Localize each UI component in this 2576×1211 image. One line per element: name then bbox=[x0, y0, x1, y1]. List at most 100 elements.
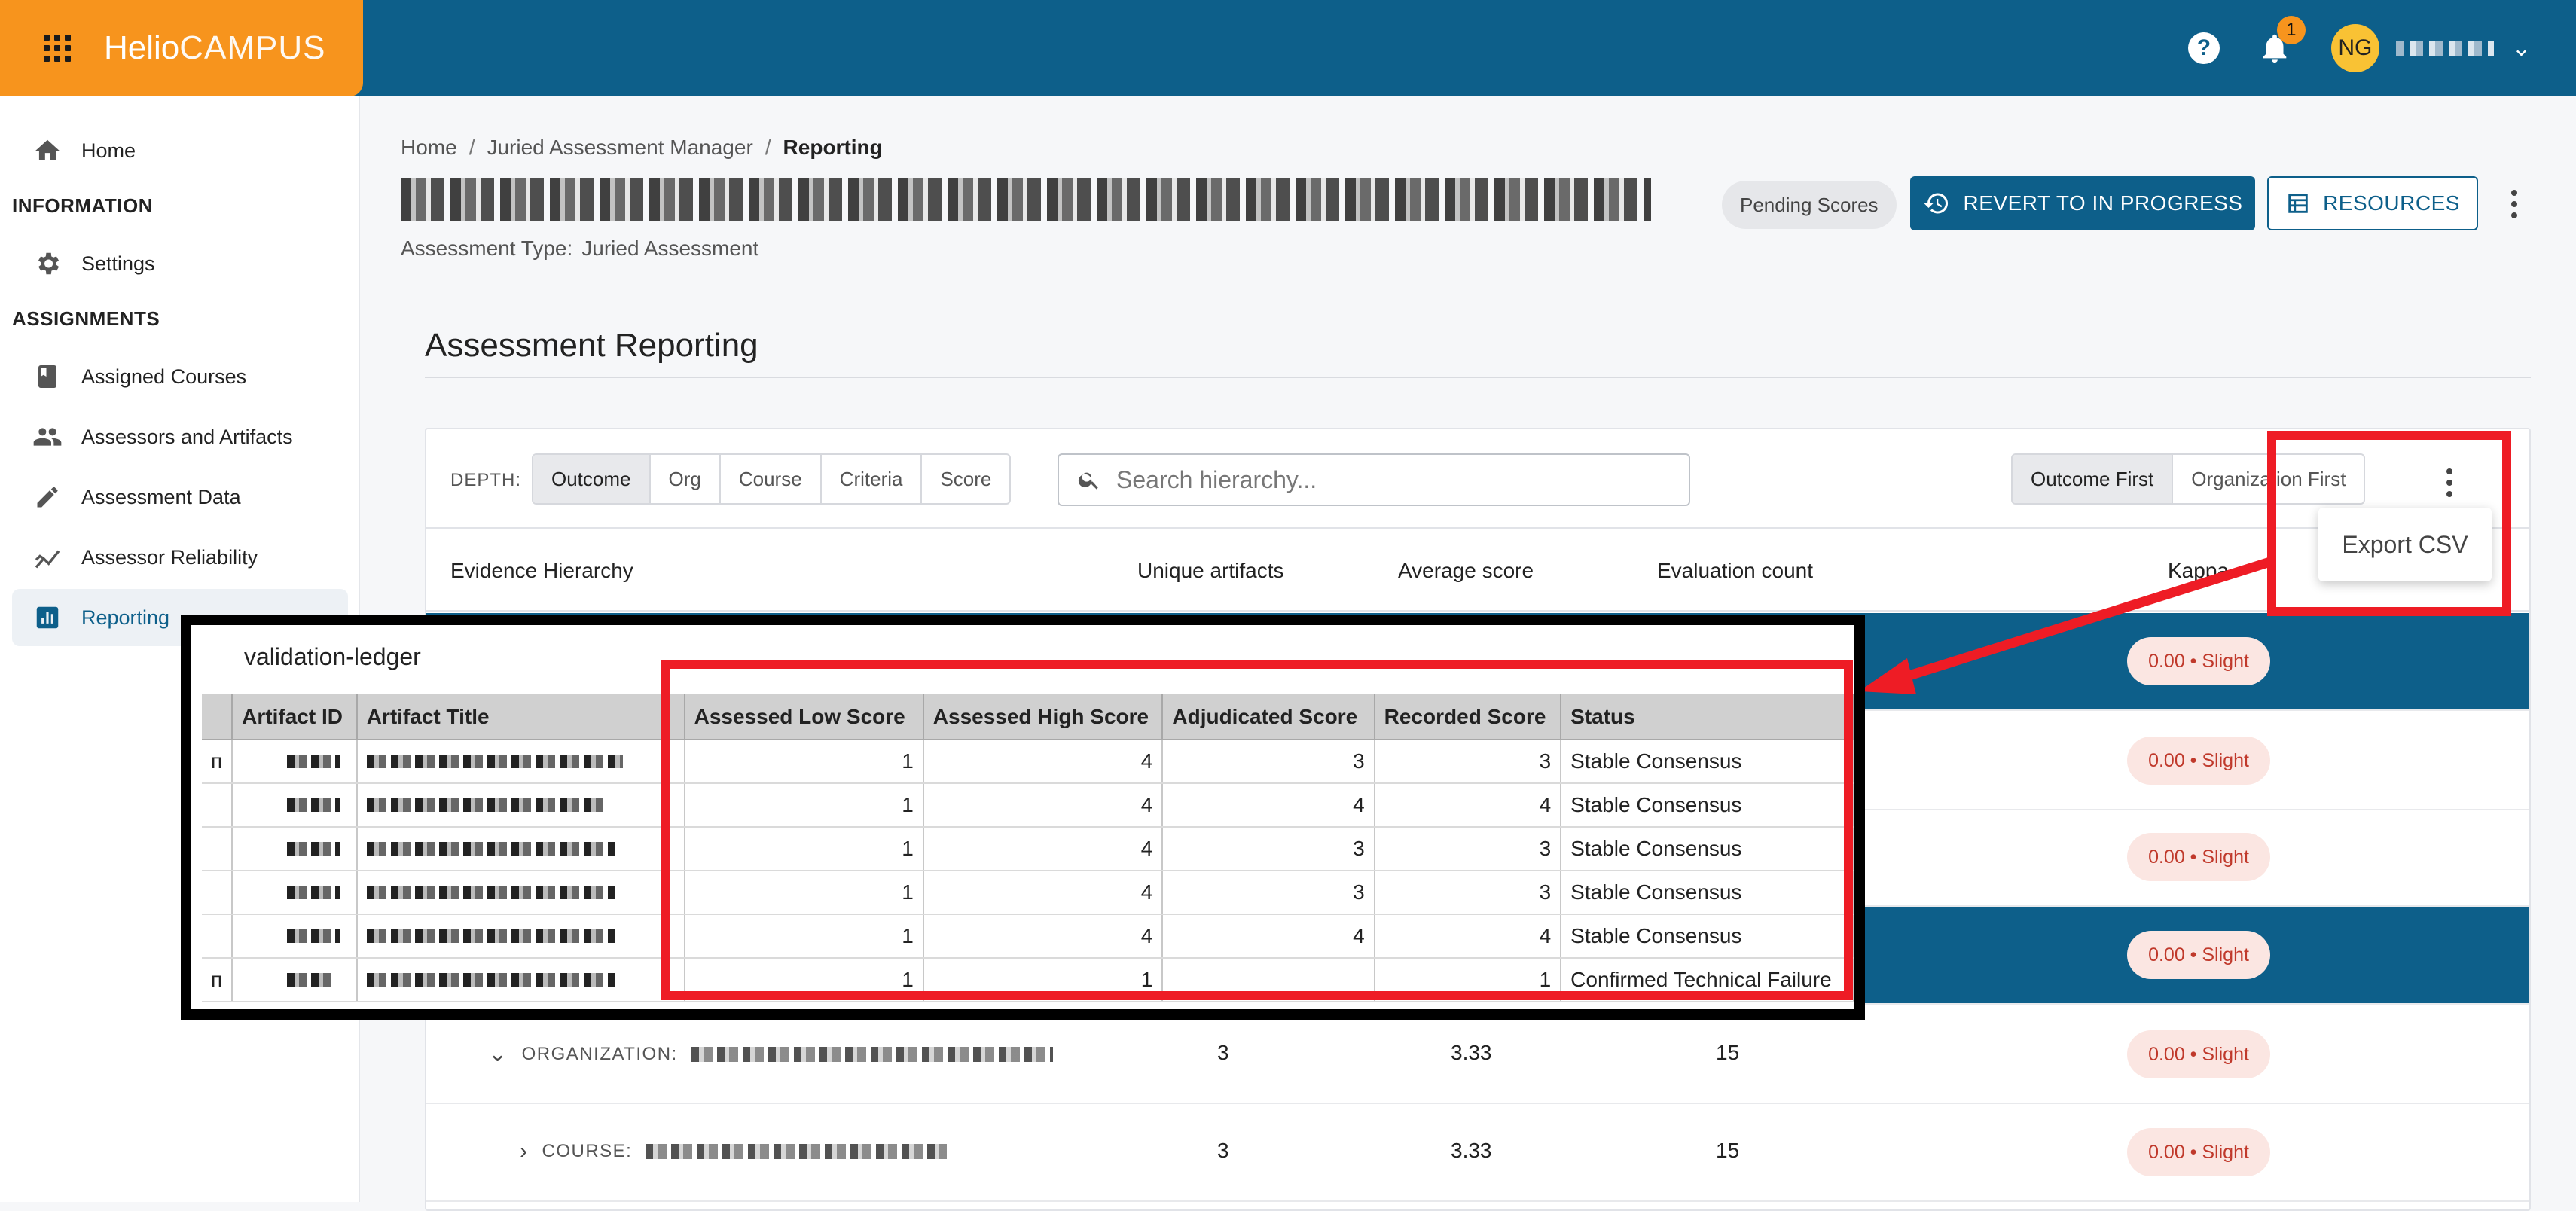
user-name-redacted[interactable] bbox=[2395, 41, 2494, 56]
user-avatar[interactable]: NG bbox=[2330, 24, 2379, 72]
pencil-icon bbox=[30, 483, 65, 511]
sidebar-item-label: Settings bbox=[81, 252, 155, 275]
depth-label: DEPTH: bbox=[450, 470, 522, 490]
sidebar-item-label: Assessors and Artifacts bbox=[81, 425, 293, 448]
artifact-title-redacted bbox=[356, 783, 685, 828]
chevron-right-icon[interactable]: › bbox=[520, 1139, 529, 1164]
revert-to-in-progress-button[interactable]: REVERT TO IN PROGRESS bbox=[1910, 176, 2255, 230]
kappa-badge: 0.00 • Slight bbox=[2127, 1030, 2270, 1078]
hierarchy-level: › COURSE: bbox=[520, 1139, 948, 1164]
depth-option-criteria[interactable]: Criteria bbox=[822, 455, 923, 503]
chevron-down-icon[interactable]: ⌄ bbox=[488, 1041, 508, 1067]
help-icon[interactable]: ? bbox=[2187, 32, 2220, 64]
assessment-type: Assessment Type: Juried Assessment bbox=[401, 236, 759, 260]
brand-area: HelioCAMPUS bbox=[0, 0, 363, 96]
divider bbox=[425, 377, 2531, 378]
page-title-redacted bbox=[401, 178, 1651, 221]
depth-option-score[interactable]: Score bbox=[922, 455, 1009, 503]
artifact-title-redacted bbox=[356, 958, 685, 1002]
top-app-bar: HelioCAMPUS ? 1 NG ⌄ bbox=[0, 0, 2576, 96]
unique-artifacts-value: 3 bbox=[1217, 1041, 1229, 1064]
table-row[interactable]: › COURSE: 3 3.33 15 0.00 • Slight bbox=[426, 1104, 2529, 1202]
kappa-badge: 0.00 • Slight bbox=[2127, 833, 2270, 881]
annotation-highlight-box bbox=[2267, 431, 2511, 616]
sidebar-item-assessor-reliability[interactable]: Assessor Reliability bbox=[12, 529, 348, 586]
sidebar-item-label: Assigned Courses bbox=[81, 365, 247, 388]
search-input[interactable]: Search hierarchy... bbox=[1058, 453, 1690, 506]
depth-option-org[interactable]: Org bbox=[651, 455, 721, 503]
notification-count-badge: 1 bbox=[2276, 16, 2306, 44]
artifact-title-redacted bbox=[356, 827, 685, 871]
kappa-badge: 0.00 • Slight bbox=[2127, 931, 2270, 979]
report-icon bbox=[30, 603, 65, 632]
resources-button[interactable]: RESOURCES bbox=[2267, 176, 2478, 230]
home-icon bbox=[30, 136, 65, 165]
evaluation-count-value: 15 bbox=[1716, 1041, 1740, 1064]
status-chip: Pending Scores bbox=[1722, 181, 1897, 229]
breadcrumb-current: Reporting bbox=[783, 136, 883, 159]
top-right-controls: ? 1 NG ⌄ bbox=[2187, 0, 2576, 96]
artifact-id-redacted bbox=[232, 740, 358, 784]
depth-option-outcome[interactable]: Outcome bbox=[533, 455, 651, 503]
average-score-value: 3.33 bbox=[1451, 1041, 1492, 1064]
column-header-evaluation-count[interactable]: Evaluation count bbox=[1657, 559, 1813, 583]
sidebar-heading-assignments: ASSIGNMENTS bbox=[12, 307, 160, 330]
sidebar-item-label: Assessor Reliability bbox=[81, 545, 258, 569]
ledger-title: validation-ledger bbox=[244, 643, 421, 670]
breadcrumb: Home / Juried Assessment Manager / Reporting bbox=[401, 136, 883, 159]
average-score-value: 3.33 bbox=[1451, 1139, 1492, 1162]
unique-artifacts-value: 3 bbox=[1217, 1139, 1229, 1162]
ledger-col-artifact-title: Artifact Title bbox=[356, 694, 685, 740]
artifact-title-redacted bbox=[356, 740, 685, 784]
artifact-id-redacted bbox=[232, 958, 358, 1002]
table-row[interactable]: ⌄ ORGANIZATION: 3 3.33 15 0.00 • Slight bbox=[426, 1006, 2529, 1104]
history-icon bbox=[1924, 193, 1948, 214]
annotation-arrow bbox=[1859, 557, 2272, 694]
section-title: Assessment Reporting bbox=[425, 327, 758, 364]
chart-line-icon bbox=[30, 542, 65, 572]
depth-option-course[interactable]: Course bbox=[721, 455, 822, 503]
gear-icon bbox=[30, 249, 65, 278]
sidebar-item-label: Reporting bbox=[81, 606, 170, 629]
resources-icon bbox=[2288, 194, 2308, 213]
column-header-unique-artifacts[interactable]: Unique artifacts bbox=[1137, 559, 1284, 583]
ledger-col-artifact-id: Artifact ID bbox=[232, 694, 358, 740]
notifications-bell-icon[interactable]: 1 bbox=[2257, 16, 2306, 66]
artifact-id-redacted bbox=[232, 827, 358, 871]
breadcrumb-juried-assessment-manager[interactable]: Juried Assessment Manager bbox=[487, 136, 752, 159]
sidebar-item-assessors-and-artifacts[interactable]: Assessors and Artifacts bbox=[12, 408, 348, 465]
apps-grid-icon[interactable] bbox=[44, 35, 71, 62]
hierarchy-level: ⌄ ORGANIZATION: bbox=[488, 1041, 1053, 1067]
ledger-col-blank bbox=[202, 694, 233, 740]
ledger-mark: п bbox=[202, 958, 233, 1002]
kappa-badge: 0.00 • Slight bbox=[2127, 737, 2270, 785]
sidebar-item-settings[interactable]: Settings bbox=[12, 235, 348, 292]
user-menu-chevron-down-icon[interactable]: ⌄ bbox=[2512, 35, 2531, 62]
logo[interactable]: HelioCAMPUS bbox=[104, 29, 326, 67]
sidebar-item-label: Assessment Data bbox=[81, 485, 241, 508]
sidebar-item-assessment-data[interactable]: Assessment Data bbox=[12, 468, 348, 526]
annotation-highlight-box-columns bbox=[661, 660, 1853, 1000]
breadcrumb-home[interactable]: Home bbox=[401, 136, 457, 159]
sidebar-item-label: Home bbox=[81, 139, 136, 162]
order-option-outcome-first[interactable]: Outcome First bbox=[2013, 455, 2174, 503]
search-icon bbox=[1078, 472, 1098, 490]
people-icon bbox=[30, 422, 65, 452]
sidebar-heading-information: INFORMATION bbox=[12, 194, 153, 217]
column-header-average-score[interactable]: Average score bbox=[1398, 559, 1534, 583]
redacted-text bbox=[691, 1046, 1053, 1062]
artifact-id-redacted bbox=[232, 783, 358, 828]
kappa-badge: 0.00 • Slight bbox=[2127, 1128, 2270, 1176]
redacted-text bbox=[646, 1144, 948, 1159]
sidebar-item-assigned-courses[interactable]: Assigned Courses bbox=[12, 348, 348, 405]
depth-selector: Outcome Org Course Criteria Score bbox=[532, 453, 1012, 505]
artifact-title-redacted bbox=[356, 914, 685, 959]
column-header-evidence-hierarchy[interactable]: Evidence Hierarchy bbox=[450, 559, 633, 583]
artifact-id-redacted bbox=[232, 871, 358, 915]
page-more-options-icon[interactable] bbox=[2511, 190, 2517, 224]
artifact-id-redacted bbox=[232, 914, 358, 959]
sidebar-item-home[interactable]: Home bbox=[12, 122, 348, 179]
artifact-title-redacted bbox=[356, 871, 685, 915]
book-icon bbox=[30, 363, 65, 390]
evaluation-count-value: 15 bbox=[1716, 1139, 1740, 1162]
